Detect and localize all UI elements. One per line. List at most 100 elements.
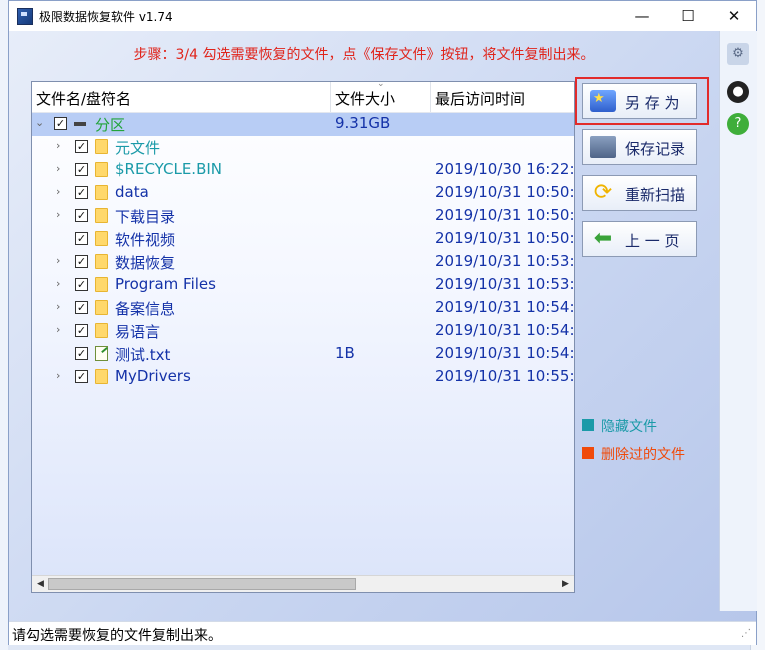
- legend-swatch-deleted: [582, 447, 594, 459]
- arrow-left-icon: ⬅: [593, 226, 613, 251]
- legend-swatch-hidden: [582, 419, 594, 431]
- app-window: 极限数据恢复软件 v1.74 — ☐ ✕ 步骤：3/4 勾选需要恢复的文件，点《…: [8, 0, 757, 645]
- row-name: 元文件: [115, 139, 161, 157]
- settings-icon[interactable]: ⚙: [727, 43, 749, 65]
- status-bar: 请勾选需要恢复的文件复制出来。 ⋰: [9, 621, 756, 645]
- row-checkbox[interactable]: ✓: [75, 278, 88, 291]
- refresh-icon: ⟳: [593, 180, 613, 205]
- row-checkbox[interactable]: ✓: [54, 117, 67, 130]
- title-bar[interactable]: 极限数据恢复软件 v1.74 — ☐ ✕: [9, 1, 756, 31]
- row-checkbox[interactable]: ✓: [75, 255, 88, 268]
- folder-icon: [95, 185, 108, 200]
- close-button[interactable]: ✕: [711, 1, 757, 31]
- drive-icon: [74, 122, 86, 126]
- row-checkbox[interactable]: ✓: [75, 163, 88, 176]
- folder-icon: [95, 369, 108, 384]
- tree-row[interactable]: › ✓ data 2019/10/31 10:50:2: [32, 182, 574, 205]
- expand-icon[interactable]: ›: [56, 277, 66, 290]
- save-as-label: 另 存 为: [625, 94, 680, 112]
- back-label: 上 一 页: [625, 232, 680, 250]
- minimize-button[interactable]: —: [619, 1, 665, 31]
- resize-grip-icon[interactable]: ⋰: [741, 628, 751, 639]
- folder-icon: [95, 277, 108, 292]
- row-name: 软件视频: [115, 231, 176, 249]
- scroll-left-icon[interactable]: ◀: [37, 579, 44, 589]
- scroll-thumb[interactable]: [48, 578, 356, 590]
- expand-icon[interactable]: ›: [56, 185, 66, 198]
- row-date: 2019/10/30 16:22:0: [435, 160, 575, 178]
- expand-icon[interactable]: ›: [56, 208, 66, 221]
- column-header-name[interactable]: 文件名/盘符名: [36, 88, 131, 109]
- expand-icon[interactable]: ›: [56, 162, 66, 175]
- tree-header: 文件名/盘符名 ⌄ 文件大小 最后访问时间: [32, 82, 574, 113]
- app-icon: [17, 8, 33, 25]
- row-date: 2019/10/31 10:53:2: [435, 275, 575, 293]
- row-checkbox[interactable]: ✓: [75, 301, 88, 314]
- step-instruction: 步骤：3/4 勾选需要恢复的文件，点《保存文件》按钮，将文件复制出来。: [133, 47, 595, 63]
- tree-row[interactable]: › ✓ MyDrivers 2019/10/31 10:55:0: [32, 366, 574, 389]
- legend-label-deleted: 删除过的文件: [601, 447, 685, 463]
- expand-icon[interactable]: ›: [56, 254, 66, 267]
- tree-row[interactable]: ✓ 测试.txt 1B 2019/10/31 10:54:5: [32, 343, 574, 366]
- scroll-right-icon[interactable]: ▶: [562, 579, 569, 589]
- right-rail: ⚙ ● ?: [719, 31, 757, 611]
- row-checkbox[interactable]: ✓: [75, 209, 88, 222]
- expand-icon[interactable]: ›: [56, 139, 66, 152]
- back-button[interactable]: ⬅ 上 一 页: [582, 221, 697, 257]
- desktop-background-left: [0, 0, 8, 650]
- rescan-button[interactable]: ⟳ 重新扫描: [582, 175, 697, 211]
- tree-row[interactable]: › ✓ 元文件: [32, 136, 574, 159]
- expand-icon[interactable]: ›: [56, 300, 66, 313]
- folder-icon: [95, 323, 108, 338]
- folder-icon: [95, 139, 108, 154]
- help-icon[interactable]: ?: [727, 113, 749, 135]
- camera-icon: [590, 136, 616, 158]
- qq-icon[interactable]: ●: [727, 81, 749, 103]
- tree-row[interactable]: › ✓ Program Files 2019/10/31 10:53:2: [32, 274, 574, 297]
- status-text: 请勾选需要恢复的文件复制出来。: [12, 628, 222, 644]
- row-date: 2019/10/31 10:50:5: [435, 229, 575, 247]
- file-tree[interactable]: 文件名/盘符名 ⌄ 文件大小 最后访问时间 ⌄ ✓ 分区 9.31GB › ✓: [31, 81, 575, 593]
- expand-icon[interactable]: ›: [56, 369, 66, 382]
- tree-row[interactable]: › ✓ 易语言 2019/10/31 10:54:5: [32, 320, 574, 343]
- tree-row[interactable]: ✓ 软件视频 2019/10/31 10:50:5: [32, 228, 574, 251]
- row-date: 2019/10/31 10:54:5: [435, 321, 575, 339]
- client-area: 步骤：3/4 勾选需要恢复的文件，点《保存文件》按钮，将文件复制出来。 文件名/…: [9, 31, 757, 645]
- folder-icon: [95, 300, 108, 315]
- expand-icon[interactable]: ›: [56, 323, 66, 336]
- save-as-icon: [590, 90, 616, 112]
- column-header-size[interactable]: 文件大小: [335, 88, 395, 109]
- row-name: 备案信息: [115, 300, 176, 318]
- row-date: 2019/10/31 10:50:2: [435, 183, 575, 201]
- tree-row-partition[interactable]: ⌄ ✓ 分区 9.31GB: [32, 113, 574, 136]
- tree-row[interactable]: › ✓ 备案信息 2019/10/31 10:54:2: [32, 297, 574, 320]
- tree-row[interactable]: › ✓ 数据恢复 2019/10/31 10:53:0: [32, 251, 574, 274]
- row-date: 2019/10/31 10:54:5: [435, 344, 575, 362]
- horizontal-scrollbar[interactable]: ◀ ▶: [32, 575, 574, 592]
- row-size: 9.31GB: [335, 114, 391, 132]
- folder-icon: [95, 162, 108, 177]
- row-checkbox[interactable]: ✓: [75, 324, 88, 337]
- row-checkbox[interactable]: ✓: [75, 347, 88, 360]
- column-header-atime[interactable]: 最后访问时间: [435, 88, 525, 109]
- column-divider[interactable]: [330, 82, 331, 112]
- row-checkbox[interactable]: ✓: [75, 370, 88, 383]
- row-name: MyDrivers: [115, 367, 191, 385]
- tree-row[interactable]: › ✓ $RECYCLE.BIN 2019/10/30 16:22:0: [32, 159, 574, 182]
- row-checkbox[interactable]: ✓: [75, 140, 88, 153]
- collapse-icon[interactable]: ⌄: [35, 116, 45, 129]
- column-divider[interactable]: [430, 82, 431, 112]
- save-record-button[interactable]: 保存记录: [582, 129, 697, 165]
- maximize-button[interactable]: ☐: [665, 1, 711, 31]
- row-date: 2019/10/31 10:50:5: [435, 206, 575, 224]
- row-name: 易语言: [115, 323, 161, 341]
- row-size: 1B: [335, 344, 355, 362]
- folder-icon: [95, 231, 108, 246]
- row-checkbox[interactable]: ✓: [75, 186, 88, 199]
- row-checkbox[interactable]: ✓: [75, 232, 88, 245]
- tree-row[interactable]: › ✓ 下载目录 2019/10/31 10:50:5: [32, 205, 574, 228]
- legend-label-hidden: 隐藏文件: [601, 419, 657, 435]
- window-title: 极限数据恢复软件 v1.74: [39, 10, 173, 24]
- row-date: 2019/10/31 10:55:0: [435, 367, 575, 385]
- save-as-button[interactable]: 另 存 为: [582, 83, 697, 119]
